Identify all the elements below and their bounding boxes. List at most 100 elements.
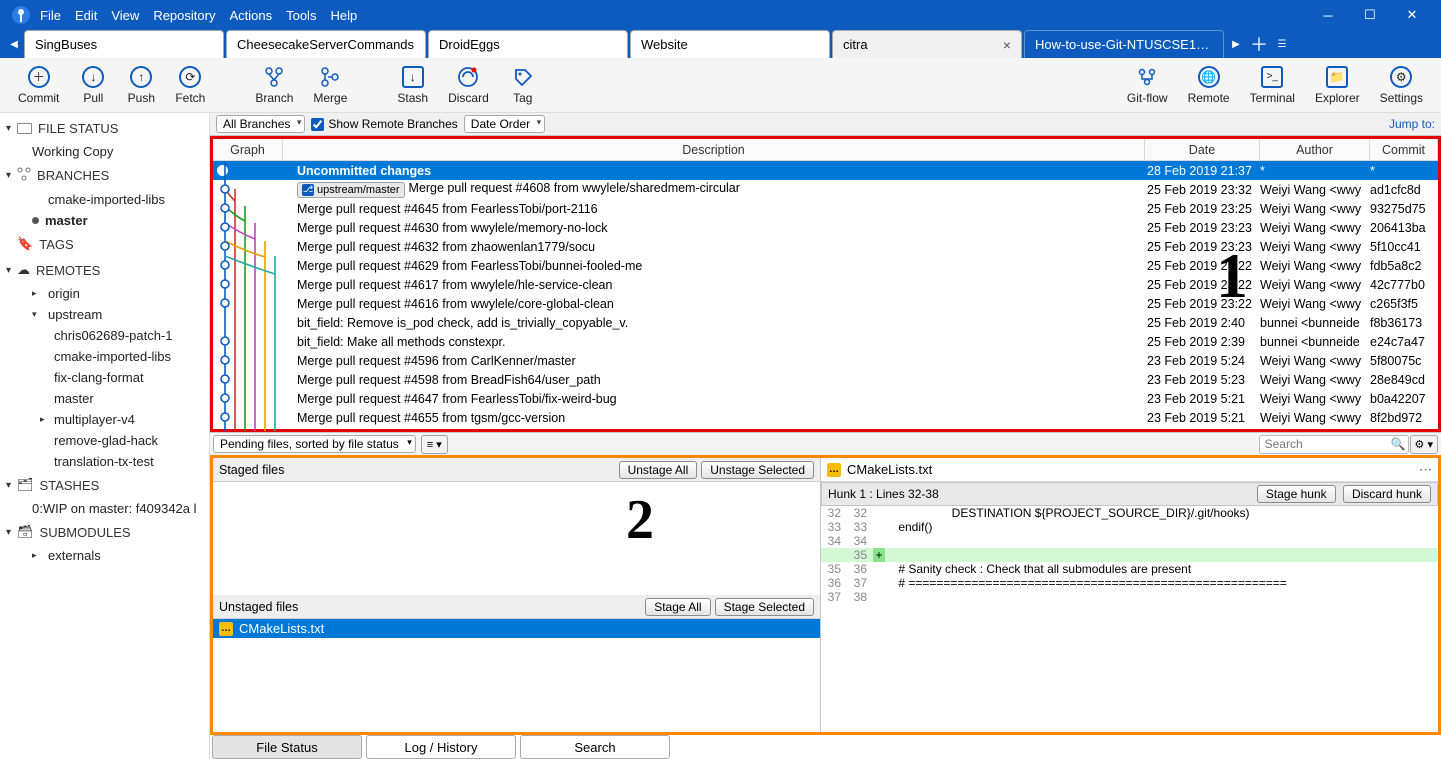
tab-close-icon[interactable]: × bbox=[1003, 37, 1011, 53]
sidebar-remote-branch[interactable]: master bbox=[0, 388, 209, 409]
repo-tab-active[interactable]: citra× bbox=[832, 30, 1022, 58]
sidebar-section-stashes[interactable]: ▾🗂STASHES bbox=[0, 472, 209, 498]
diff-lines[interactable]: 3232 DESTINATION ${PROJECT_SOURCE_DIR}/.… bbox=[821, 506, 1438, 604]
stage-selected-button[interactable]: Stage Selected bbox=[715, 598, 814, 616]
show-remote-input[interactable] bbox=[311, 118, 324, 131]
commit-row[interactable]: Merge pull request #4647 from FearlessTo… bbox=[213, 389, 1438, 408]
col-graph[interactable]: Graph bbox=[213, 139, 283, 160]
search-input[interactable] bbox=[1259, 435, 1409, 454]
unstaged-files-list[interactable]: … CMakeLists.txt bbox=[213, 619, 820, 732]
merge-button[interactable]: Merge bbox=[303, 60, 357, 110]
tab-search[interactable]: Search bbox=[520, 735, 670, 759]
branch-button[interactable]: Branch bbox=[245, 60, 303, 110]
sidebar-section-tags[interactable]: ▾🔖TAGS bbox=[0, 231, 209, 257]
tab-file-status[interactable]: File Status bbox=[212, 735, 362, 759]
commit-row[interactable]: Merge pull request #4598 from BreadFish6… bbox=[213, 370, 1438, 389]
unstage-all-button[interactable]: Unstage All bbox=[619, 461, 698, 479]
stage-all-button[interactable]: Stage All bbox=[645, 598, 710, 616]
repo-tab[interactable]: How-to-use-Git-NTUSCSE1… bbox=[1024, 30, 1224, 58]
commit-row[interactable]: Merge pull request #4645 from FearlessTo… bbox=[213, 199, 1438, 218]
sidebar-remote-branch[interactable]: ▸multiplayer-v4 bbox=[0, 409, 209, 430]
sidebar-remote-origin[interactable]: ▸origin bbox=[0, 283, 209, 304]
col-date[interactable]: Date bbox=[1145, 139, 1260, 160]
explorer-button[interactable]: 📁Explorer bbox=[1305, 60, 1370, 110]
commit-row[interactable]: Merge pull request #4630 from wwylele/me… bbox=[213, 218, 1438, 237]
diff-line[interactable]: 3738 bbox=[821, 590, 1438, 604]
commit-row[interactable]: Merge pull request #4596 from CarlKenner… bbox=[213, 351, 1438, 370]
repo-tab[interactable]: SingBuses bbox=[24, 30, 224, 58]
sidebar-remote-branch[interactable]: translation-tx-test bbox=[0, 451, 209, 472]
repo-tab[interactable]: DroidEggs bbox=[428, 30, 628, 58]
close-button[interactable]: ✕ bbox=[1391, 0, 1433, 30]
show-remote-checkbox[interactable]: Show Remote Branches bbox=[311, 117, 457, 131]
sidebar-remote-branch[interactable]: remove-glad-hack bbox=[0, 430, 209, 451]
fetch-button[interactable]: ⟳Fetch bbox=[165, 60, 215, 110]
diff-line[interactable]: 3232 DESTINATION ${PROJECT_SOURCE_DIR}/.… bbox=[821, 506, 1438, 520]
commit-row[interactable]: Merge pull request #4632 from zhaowenlan… bbox=[213, 237, 1438, 256]
pending-sort-select[interactable]: Pending files, sorted by file status bbox=[213, 435, 416, 453]
unstage-selected-button[interactable]: Unstage Selected bbox=[701, 461, 814, 479]
diff-line[interactable]: 3536 # Sanity check : Check that all sub… bbox=[821, 562, 1438, 576]
jump-to-link[interactable]: Jump to: bbox=[1389, 117, 1435, 131]
commit-row[interactable]: ⎇upstream/masterMerge pull request #4608… bbox=[213, 180, 1438, 199]
view-mode-button[interactable]: ≡ ▾ bbox=[421, 435, 448, 454]
sidebar-remote-branch[interactable]: fix-clang-format bbox=[0, 367, 209, 388]
gitflow-button[interactable]: Git-flow bbox=[1117, 60, 1178, 110]
menu-repository[interactable]: Repository bbox=[153, 8, 215, 23]
menu-tools[interactable]: Tools bbox=[286, 8, 316, 23]
file-row-selected[interactable]: … CMakeLists.txt bbox=[213, 619, 820, 638]
tab-scroll-right-icon[interactable]: ▶ bbox=[1226, 30, 1246, 58]
push-button[interactable]: ↑Push bbox=[117, 60, 165, 110]
diff-line[interactable]: 3333 endif() bbox=[821, 520, 1438, 534]
new-tab-button[interactable]: ＋ bbox=[1246, 30, 1272, 58]
sidebar-remote-branch[interactable]: cmake-imported-libs bbox=[0, 346, 209, 367]
commit-row[interactable]: Merge pull request #4616 from wwylele/co… bbox=[213, 294, 1438, 313]
sidebar-section-remotes[interactable]: ▾☁REMOTES bbox=[0, 257, 209, 283]
terminal-button[interactable]: >_Terminal bbox=[1240, 60, 1305, 110]
menu-actions[interactable]: Actions bbox=[229, 8, 272, 23]
sidebar-item-working-copy[interactable]: Working Copy bbox=[0, 141, 209, 162]
commit-button[interactable]: ＋Commit bbox=[8, 60, 69, 110]
sidebar-remote-branch[interactable]: chris062689-patch-1 bbox=[0, 325, 209, 346]
menu-view[interactable]: View bbox=[111, 8, 139, 23]
tab-menu-icon[interactable]: ☰ bbox=[1272, 30, 1292, 58]
repo-tab[interactable]: CheesecakeServerCommands bbox=[226, 30, 426, 58]
col-author[interactable]: Author bbox=[1260, 139, 1370, 160]
commit-row[interactable]: bit_field: Make all methods constexpr.25… bbox=[213, 332, 1438, 351]
settings-button[interactable]: ⚙Settings bbox=[1370, 60, 1433, 110]
options-gear-button[interactable]: ⚙ ▾ bbox=[1410, 435, 1438, 454]
staged-files-list[interactable] bbox=[213, 482, 820, 595]
sidebar-branch-current[interactable]: master bbox=[0, 210, 209, 231]
pull-button[interactable]: ↓Pull bbox=[69, 60, 117, 110]
menu-edit[interactable]: Edit bbox=[75, 8, 97, 23]
remote-button[interactable]: 🌐Remote bbox=[1178, 60, 1240, 110]
diff-more-icon[interactable]: ⋯ bbox=[1419, 462, 1432, 478]
menu-help[interactable]: Help bbox=[330, 8, 357, 23]
sidebar-section-file-status[interactable]: ▾FILE STATUS bbox=[0, 116, 209, 141]
commit-row[interactable]: bit_field: Remove is_pod check, add is_t… bbox=[213, 313, 1438, 332]
tag-button[interactable]: Tag bbox=[499, 60, 547, 110]
diff-line[interactable]: 35+ bbox=[821, 548, 1438, 562]
sidebar-section-branches[interactable]: ▾BRANCHES bbox=[0, 162, 209, 189]
commit-row[interactable]: Merge pull request #4617 from wwylele/hl… bbox=[213, 275, 1438, 294]
discard-hunk-button[interactable]: Discard hunk bbox=[1343, 485, 1431, 503]
col-commit[interactable]: Commit bbox=[1370, 139, 1438, 160]
diff-line[interactable]: 3434 bbox=[821, 534, 1438, 548]
commit-row[interactable]: Merge pull request #4655 from tgsm/gcc-v… bbox=[213, 408, 1438, 427]
branches-filter-select[interactable]: All Branches bbox=[216, 115, 305, 133]
sidebar-submodule[interactable]: ▸externals bbox=[0, 545, 209, 566]
diff-line[interactable]: 3637 # =================================… bbox=[821, 576, 1438, 590]
discard-button[interactable]: Discard bbox=[438, 60, 499, 110]
stash-button[interactable]: ↓Stash bbox=[387, 60, 438, 110]
col-description[interactable]: Description bbox=[283, 139, 1145, 160]
tab-scroll-left-icon[interactable]: ◀ bbox=[4, 30, 24, 58]
sidebar-section-submodules[interactable]: ▾🗃SUBMODULES bbox=[0, 519, 209, 545]
menu-file[interactable]: File bbox=[40, 8, 61, 23]
stage-hunk-button[interactable]: Stage hunk bbox=[1257, 485, 1336, 503]
repo-tab[interactable]: Website bbox=[630, 30, 830, 58]
tab-log-history[interactable]: Log / History bbox=[366, 735, 516, 759]
sidebar-remote-upstream[interactable]: ▾upstream bbox=[0, 304, 209, 325]
sidebar-branch[interactable]: cmake-imported-libs bbox=[0, 189, 209, 210]
commit-rows[interactable]: Uncommitted changes28 Feb 2019 21:37**⎇u… bbox=[213, 161, 1438, 427]
minimize-button[interactable]: ─ bbox=[1307, 0, 1349, 30]
